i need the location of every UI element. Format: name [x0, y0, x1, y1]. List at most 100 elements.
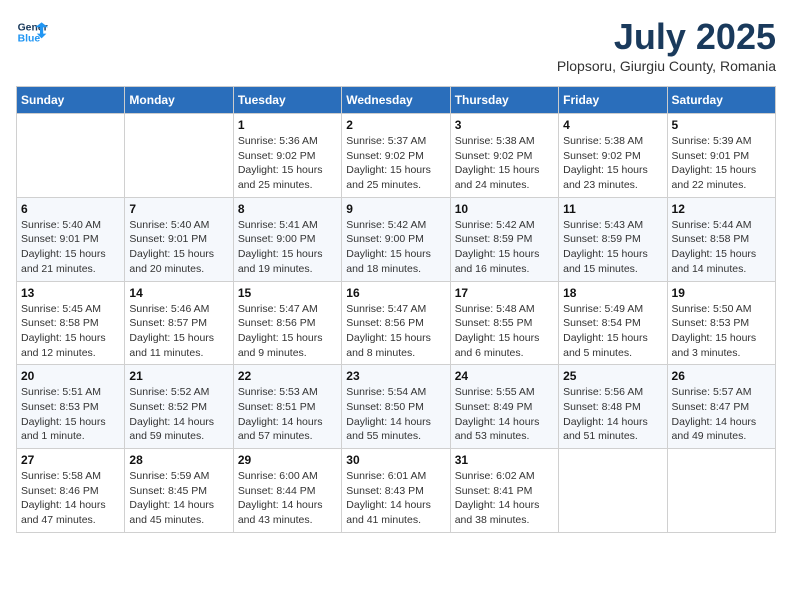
- weekday-header: Sunday: [17, 87, 125, 114]
- day-number: 12: [672, 202, 771, 216]
- calendar-cell: 1 Sunrise: 5:36 AMSunset: 9:02 PMDaylight…: [233, 114, 341, 198]
- day-info: Sunrise: 5:53 AMSunset: 8:51 PMDaylight:…: [238, 385, 337, 444]
- calendar-cell: 10 Sunrise: 5:42 AMSunset: 8:59 PMDayligh…: [450, 197, 558, 281]
- day-info: Sunrise: 5:48 AMSunset: 8:55 PMDaylight:…: [455, 302, 554, 361]
- day-info: Sunrise: 5:37 AMSunset: 9:02 PMDaylight:…: [346, 134, 445, 193]
- calendar-cell: 8 Sunrise: 5:41 AMSunset: 9:00 PMDaylight…: [233, 197, 341, 281]
- day-number: 19: [672, 286, 771, 300]
- calendar-cell: 19 Sunrise: 5:50 AMSunset: 8:53 PMDayligh…: [667, 281, 775, 365]
- day-number: 9: [346, 202, 445, 216]
- day-info: Sunrise: 5:49 AMSunset: 8:54 PMDaylight:…: [563, 302, 662, 361]
- calendar-header: SundayMondayTuesdayWednesdayThursdayFrid…: [17, 87, 776, 114]
- svg-text:Blue: Blue: [18, 34, 41, 45]
- day-number: 22: [238, 369, 337, 383]
- day-number: 23: [346, 369, 445, 383]
- calendar-cell: 12 Sunrise: 5:44 AMSunset: 8:58 PMDayligh…: [667, 197, 775, 281]
- page-header: General Blue July 2025 Plopsoru, Giurgiu…: [16, 16, 776, 74]
- day-number: 27: [21, 453, 120, 467]
- calendar-cell: [667, 449, 775, 533]
- calendar-cell: 26 Sunrise: 5:57 AMSunset: 8:47 PMDayligh…: [667, 365, 775, 449]
- day-number: 1: [238, 118, 337, 132]
- day-number: 10: [455, 202, 554, 216]
- day-number: 13: [21, 286, 120, 300]
- calendar-cell: 30Sunrise: 6:01 AMSunset: 8:43 PMDayligh…: [342, 449, 450, 533]
- day-info: Sunrise: 5:55 AMSunset: 8:49 PMDaylight:…: [455, 385, 554, 444]
- day-number: 21: [129, 369, 228, 383]
- calendar-cell: 29Sunrise: 6:00 AMSunset: 8:44 PMDayligh…: [233, 449, 341, 533]
- calendar-week-row: 20 Sunrise: 5:51 AMSunset: 8:53 PMDayligh…: [17, 365, 776, 449]
- calendar-cell: 7Sunrise: 5:40 AMSunset: 9:01 PMDaylight…: [125, 197, 233, 281]
- calendar-week-row: 13 Sunrise: 5:45 AMSunset: 8:58 PMDayligh…: [17, 281, 776, 365]
- day-info: Sunrise: 5:45 AMSunset: 8:58 PMDaylight:…: [21, 302, 120, 361]
- title-block: July 2025 Plopsoru, Giurgiu County, Roma…: [557, 16, 776, 74]
- day-info: Sunrise: 5:54 AMSunset: 8:50 PMDaylight:…: [346, 385, 445, 444]
- calendar-cell: 2 Sunrise: 5:37 AMSunset: 9:02 PMDaylight…: [342, 114, 450, 198]
- day-number: 16: [346, 286, 445, 300]
- calendar-cell: 25Sunrise: 5:56 AMSunset: 8:48 PMDayligh…: [559, 365, 667, 449]
- day-info: Sunrise: 5:47 AMSunset: 8:56 PMDaylight:…: [346, 302, 445, 361]
- calendar-table: SundayMondayTuesdayWednesdayThursdayFrid…: [16, 86, 776, 533]
- calendar-cell: 22 Sunrise: 5:53 AMSunset: 8:51 PMDayligh…: [233, 365, 341, 449]
- day-info: Sunrise: 5:44 AMSunset: 8:58 PMDaylight:…: [672, 218, 771, 277]
- weekday-header: Saturday: [667, 87, 775, 114]
- day-number: 30: [346, 453, 445, 467]
- calendar-cell: 5 Sunrise: 5:39 AMSunset: 9:01 PMDaylight…: [667, 114, 775, 198]
- day-number: 26: [672, 369, 771, 383]
- calendar-week-row: 6 Sunrise: 5:40 AMSunset: 9:01 PMDaylight…: [17, 197, 776, 281]
- day-info: Sunrise: 5:36 AMSunset: 9:02 PMDaylight:…: [238, 134, 337, 193]
- calendar-cell: 31Sunrise: 6:02 AMSunset: 8:41 PMDayligh…: [450, 449, 558, 533]
- calendar-cell: 17Sunrise: 5:48 AMSunset: 8:55 PMDayligh…: [450, 281, 558, 365]
- calendar-cell: 27 Sunrise: 5:58 AMSunset: 8:46 PMDayligh…: [17, 449, 125, 533]
- day-info: Sunrise: 5:46 AMSunset: 8:57 PMDaylight:…: [129, 302, 228, 361]
- day-number: 4: [563, 118, 662, 132]
- day-info: Sunrise: 5:59 AMSunset: 8:45 PMDaylight:…: [129, 469, 228, 528]
- day-number: 6: [21, 202, 120, 216]
- day-info: Sunrise: 6:00 AMSunset: 8:44 PMDaylight:…: [238, 469, 337, 528]
- day-info: Sunrise: 5:56 AMSunset: 8:48 PMDaylight:…: [563, 385, 662, 444]
- calendar-cell: 18 Sunrise: 5:49 AMSunset: 8:54 PMDayligh…: [559, 281, 667, 365]
- day-number: 18: [563, 286, 662, 300]
- day-info: Sunrise: 5:42 AMSunset: 8:59 PMDaylight:…: [455, 218, 554, 277]
- day-info: Sunrise: 5:51 AMSunset: 8:53 PMDaylight:…: [21, 385, 120, 444]
- calendar-cell: 24Sunrise: 5:55 AMSunset: 8:49 PMDayligh…: [450, 365, 558, 449]
- day-info: Sunrise: 5:40 AMSunset: 9:01 PMDaylight:…: [21, 218, 120, 277]
- day-info: Sunrise: 5:57 AMSunset: 8:47 PMDaylight:…: [672, 385, 771, 444]
- day-number: 5: [672, 118, 771, 132]
- calendar-cell: [125, 114, 233, 198]
- calendar-cell: 6 Sunrise: 5:40 AMSunset: 9:01 PMDaylight…: [17, 197, 125, 281]
- day-number: 15: [238, 286, 337, 300]
- day-number: 28: [129, 453, 228, 467]
- day-info: Sunrise: 5:58 AMSunset: 8:46 PMDaylight:…: [21, 469, 120, 528]
- day-info: Sunrise: 5:43 AMSunset: 8:59 PMDaylight:…: [563, 218, 662, 277]
- day-info: Sunrise: 5:41 AMSunset: 9:00 PMDaylight:…: [238, 218, 337, 277]
- day-number: 11: [563, 202, 662, 216]
- day-info: Sunrise: 5:42 AMSunset: 9:00 PMDaylight:…: [346, 218, 445, 277]
- calendar-cell: [17, 114, 125, 198]
- calendar-cell: 20 Sunrise: 5:51 AMSunset: 8:53 PMDayligh…: [17, 365, 125, 449]
- location: Plopsoru, Giurgiu County, Romania: [557, 58, 776, 74]
- weekday-header: Monday: [125, 87, 233, 114]
- day-info: Sunrise: 5:40 AMSunset: 9:01 PMDaylight:…: [129, 218, 228, 277]
- calendar-cell: 4 Sunrise: 5:38 AMSunset: 9:02 PMDaylight…: [559, 114, 667, 198]
- day-info: Sunrise: 5:47 AMSunset: 8:56 PMDaylight:…: [238, 302, 337, 361]
- day-number: 3: [455, 118, 554, 132]
- logo: General Blue: [16, 16, 48, 48]
- calendar-cell: 21Sunrise: 5:52 AMSunset: 8:52 PMDayligh…: [125, 365, 233, 449]
- day-info: Sunrise: 5:50 AMSunset: 8:53 PMDaylight:…: [672, 302, 771, 361]
- day-number: 20: [21, 369, 120, 383]
- logo-icon: General Blue: [16, 16, 48, 48]
- day-number: 8: [238, 202, 337, 216]
- weekday-header: Friday: [559, 87, 667, 114]
- day-info: Sunrise: 5:39 AMSunset: 9:01 PMDaylight:…: [672, 134, 771, 193]
- calendar-cell: [559, 449, 667, 533]
- calendar-week-row: 1 Sunrise: 5:36 AMSunset: 9:02 PMDaylight…: [17, 114, 776, 198]
- calendar-cell: 11 Sunrise: 5:43 AMSunset: 8:59 PMDayligh…: [559, 197, 667, 281]
- day-info: Sunrise: 6:02 AMSunset: 8:41 PMDaylight:…: [455, 469, 554, 528]
- day-info: Sunrise: 5:38 AMSunset: 9:02 PMDaylight:…: [563, 134, 662, 193]
- day-number: 2: [346, 118, 445, 132]
- calendar-cell: 13 Sunrise: 5:45 AMSunset: 8:58 PMDayligh…: [17, 281, 125, 365]
- calendar-cell: 28 Sunrise: 5:59 AMSunset: 8:45 PMDayligh…: [125, 449, 233, 533]
- day-number: 14: [129, 286, 228, 300]
- weekday-header: Tuesday: [233, 87, 341, 114]
- calendar-cell: 14 Sunrise: 5:46 AMSunset: 8:57 PMDayligh…: [125, 281, 233, 365]
